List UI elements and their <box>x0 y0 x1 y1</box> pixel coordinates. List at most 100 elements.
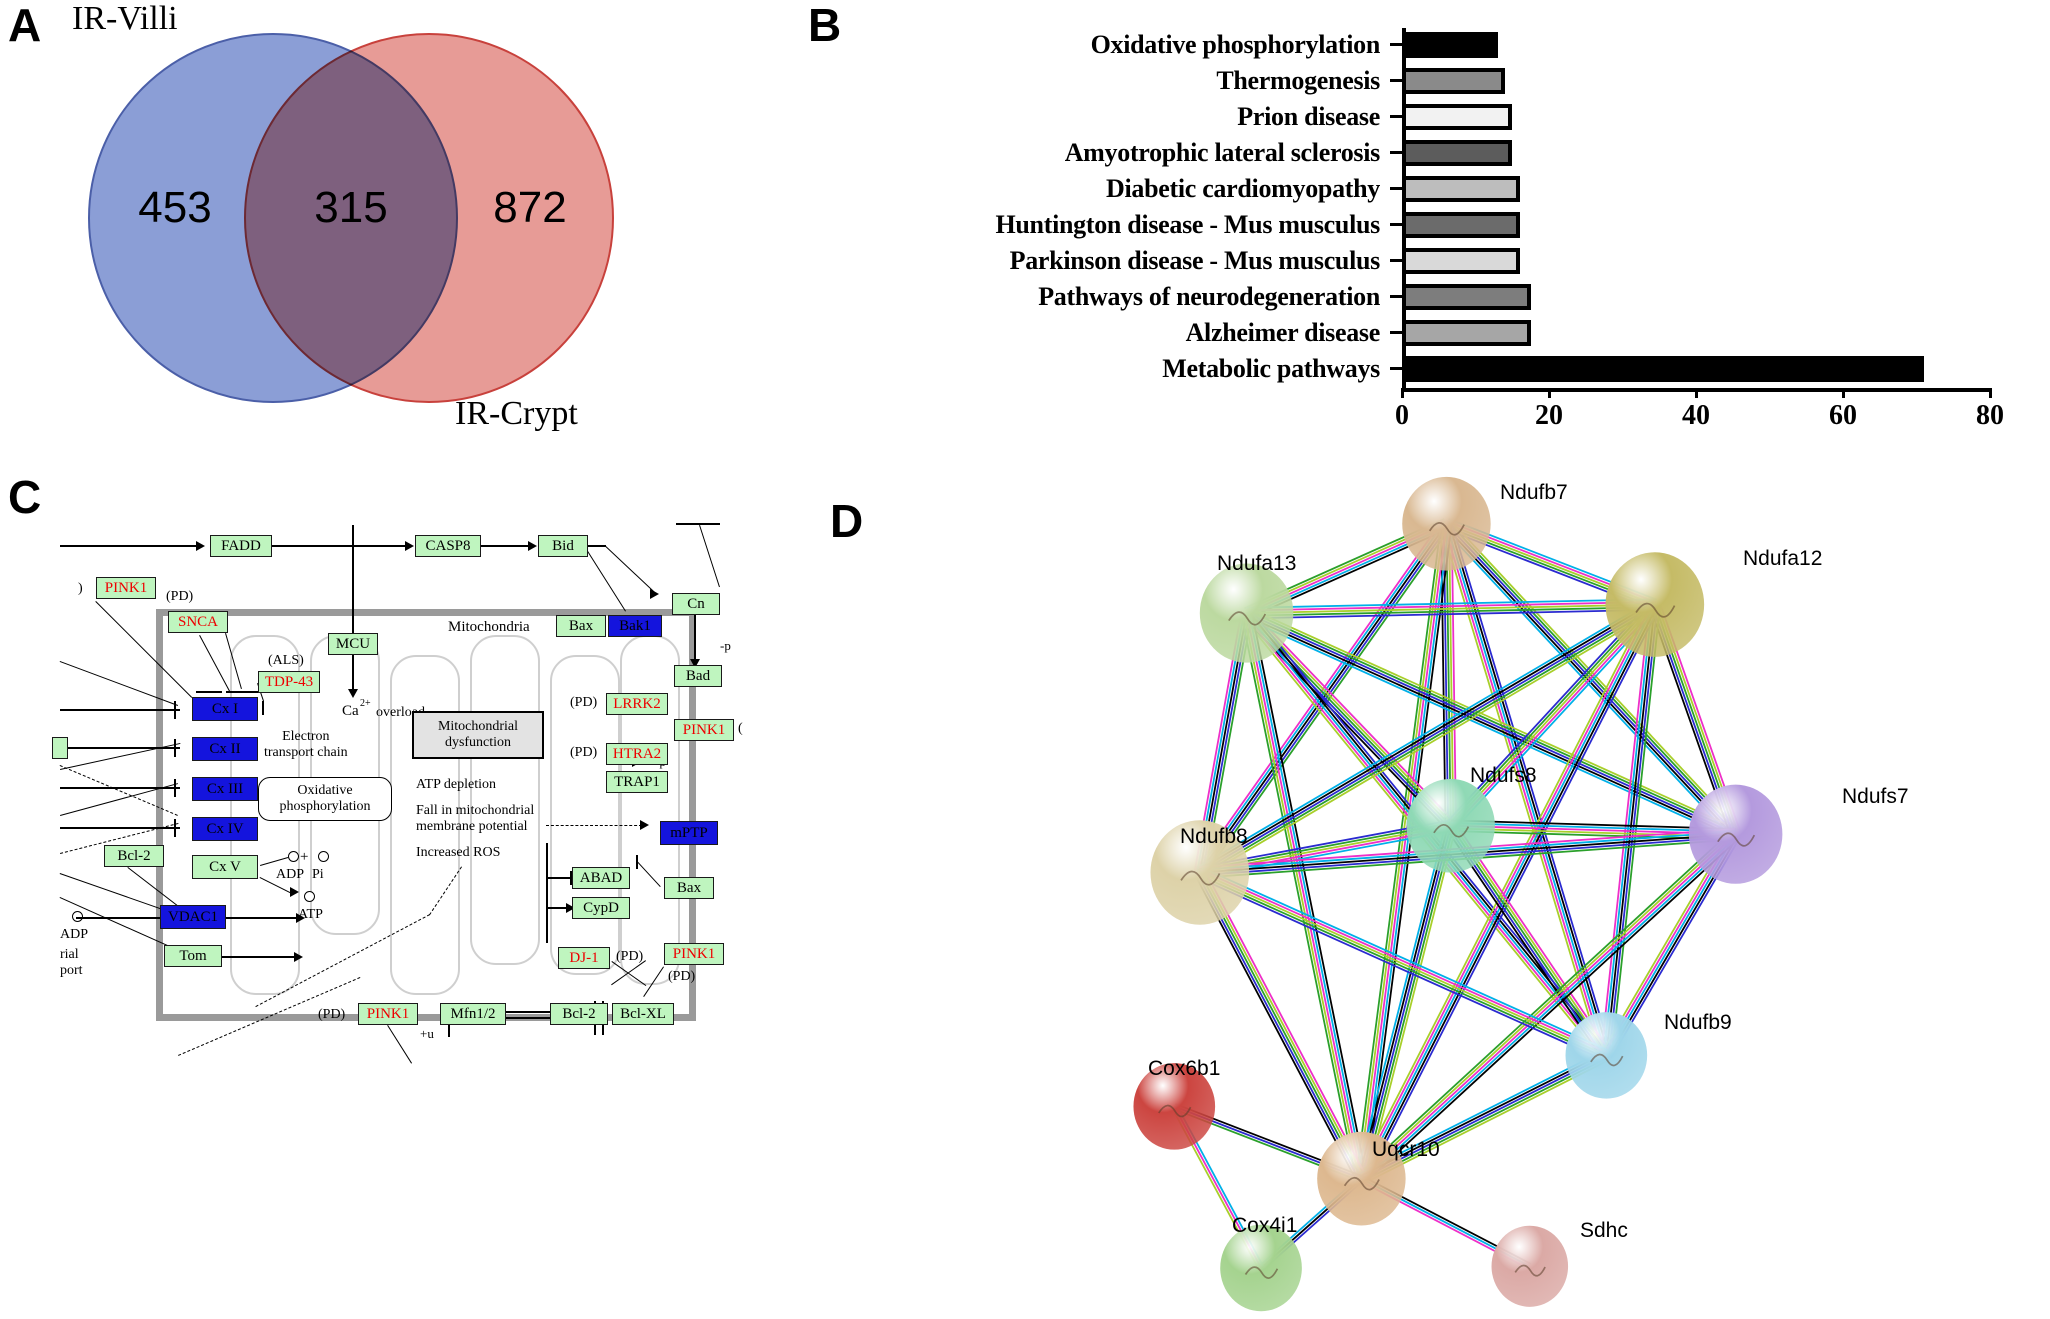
bar-y-tick <box>1390 367 1402 370</box>
bar-rect <box>1402 67 1505 94</box>
paren-left-label: ) <box>78 581 83 596</box>
bar-x-tick-label: 20 <box>1535 400 1563 431</box>
arrowhead-right-icon <box>640 820 649 830</box>
metabolite-node <box>318 851 329 862</box>
kegg-node-label: Bad <box>685 667 711 684</box>
kegg-node-label: ABAD <box>579 869 623 886</box>
kegg-node-pink1c: PINK1 <box>664 943 724 965</box>
cristae-outline <box>620 635 680 985</box>
kegg-node-label: TDP-43 <box>264 673 314 690</box>
bar-y-tick <box>1390 295 1402 298</box>
panel-c-kegg-pathway: C Ca 2+ overload Mitochondria Electron transp… <box>0 460 820 1319</box>
network-node-Ndufa13[interactable] <box>1199 563 1294 663</box>
network-node-Sdhc[interactable] <box>1491 1225 1569 1307</box>
ca-ion-label: Ca <box>342 703 359 719</box>
network-edge <box>1194 874 1358 1182</box>
bar-row: Thermogenesis <box>800 64 2050 97</box>
network-node-label-Uqcr10: Uqcr10 <box>1372 1137 1440 1161</box>
bar-rect <box>1402 247 1520 274</box>
bar-track <box>1402 100 2050 133</box>
kegg-node-bax1: Bax <box>556 615 606 637</box>
increased-ros-label: Increased ROS <box>416 845 501 860</box>
bar-category-label: Oxidative phosphorylation <box>1090 29 1381 59</box>
panel-d-letter: D <box>830 495 864 547</box>
bar-track <box>1402 28 2050 61</box>
kegg-node-label: Cx II <box>209 740 241 757</box>
pd-annotation: (PD) <box>668 969 696 984</box>
bar-y-tick <box>1390 151 1402 154</box>
arrowhead-right-icon <box>405 541 414 551</box>
ca-superscript-label: 2+ <box>360 698 371 709</box>
bar-category-label: Thermogenesis <box>1216 65 1380 95</box>
network-node-label-Cox6b1: Cox6b1 <box>1148 1057 1221 1081</box>
kegg-node-label: Cx I <box>211 700 239 717</box>
figure-root: A IR-Villi 453 315 872 IR-Crypt B Oxidat… <box>0 0 2050 1319</box>
mitochondrial-dysfunction-box: Mitochondrial dysfunction <box>412 711 544 759</box>
bar-track <box>1402 316 2050 349</box>
bar-y-tick <box>1390 187 1402 190</box>
pathway-connector <box>226 691 260 693</box>
bar-rect <box>1402 175 1520 202</box>
bar-row: Parkinson disease - Mus musculus <box>800 244 2050 277</box>
network-node-Ndufs7[interactable] <box>1688 784 1783 884</box>
bar-category-label: Parkinson disease - Mus musculus <box>1009 245 1381 275</box>
pathway-connector <box>127 867 180 908</box>
network-node-Ndufb9[interactable] <box>1565 1012 1648 1099</box>
kegg-node-label: DJ-1 <box>569 949 599 966</box>
network-node-label-Ndufb7: Ndufb7 <box>1500 481 1568 505</box>
network-node-Ndufb7[interactable] <box>1402 476 1491 571</box>
network-node-label-Cox4i1: Cox4i1 <box>1232 1213 1298 1237</box>
bar-x-tick <box>1547 388 1551 398</box>
network-node-Ndufs8[interactable] <box>1406 778 1495 873</box>
bar-track <box>1402 172 2050 205</box>
pathway-connector <box>387 1025 412 1064</box>
pathway-connector <box>605 546 656 594</box>
bar-rect <box>1402 139 1513 166</box>
bar-category-label: Pathways of neurodegeneration <box>1038 281 1380 311</box>
kegg-diagram: Ca 2+ overload Mitochondria Electron transpor… <box>52 515 820 1315</box>
kegg-node-label: mPTP <box>670 824 708 841</box>
pathway-connector <box>352 655 354 691</box>
bar-x-tick-label: 40 <box>1682 400 1710 431</box>
bar-category-label: Amyotrophic lateral sclerosis <box>1064 137 1381 167</box>
pathway-connector <box>546 843 548 943</box>
pathway-connector <box>222 956 296 958</box>
mitochondrial-membrane <box>156 609 163 1021</box>
kegg-node-label: CASP8 <box>425 537 471 554</box>
mitochondrial-transport-label: rial port <box>60 947 83 979</box>
panel-c-letter: C <box>8 471 42 523</box>
string-network-svg <box>1133 476 1783 1312</box>
paren-right-label: ( <box>738 721 743 736</box>
network-edge <box>1199 872 1363 1180</box>
pathway-connector <box>196 691 222 693</box>
kegg-node-tom: Tom <box>164 945 222 967</box>
network-node-Cox4i1[interactable] <box>1220 1224 1302 1312</box>
network-edge <box>1248 612 1365 1179</box>
pathway-connector <box>546 825 642 826</box>
pd-annotation: (PD) <box>166 589 194 604</box>
bar-y-tick <box>1390 115 1402 118</box>
bar-rect <box>1402 31 1498 58</box>
network-node-label-Ndufa13: Ndufa13 <box>1217 551 1297 575</box>
pathway-connector <box>699 525 720 588</box>
bar-track <box>1402 136 2050 169</box>
kegg-node-bak1: Bak1 <box>608 615 662 637</box>
pd-annotation: (PD) <box>570 745 598 760</box>
kegg-node-label: SNCA <box>177 613 218 630</box>
bar-x-tick <box>1694 388 1698 398</box>
kegg-node-pink1a: PINK1 <box>96 577 156 599</box>
bar-track <box>1402 352 2050 385</box>
bar-track <box>1402 244 2050 277</box>
bar-rect <box>1402 319 1531 346</box>
kegg-node-label: Bak1 <box>619 617 651 634</box>
kegg-node-label: FADD <box>221 537 261 554</box>
metabolite-node <box>304 891 315 902</box>
metabolite-node <box>288 851 299 862</box>
pathway-node-stub <box>52 737 68 759</box>
pathway-connector <box>506 1017 550 1019</box>
kegg-node-vdac1: VDAC1 <box>160 905 226 929</box>
kegg-node-mptp: mPTP <box>660 821 718 845</box>
kegg-node-abad: ABAD <box>572 867 630 889</box>
pathway-connector <box>174 819 176 837</box>
network-node-Ndufa12[interactable] <box>1605 552 1705 657</box>
